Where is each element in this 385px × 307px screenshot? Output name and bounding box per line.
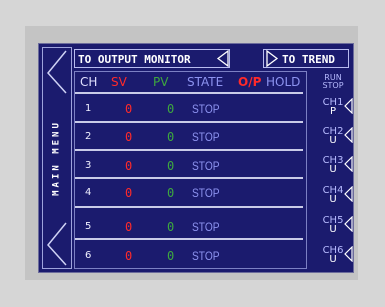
row-ch: 4 xyxy=(85,187,92,198)
ch2-arrow-icon[interactable] xyxy=(343,127,354,143)
row-sv[interactable]: 0 xyxy=(125,160,132,172)
row-ch: 3 xyxy=(85,160,92,171)
row-divider xyxy=(75,238,303,240)
row-ch: 2 xyxy=(85,131,92,142)
ch6-arrow-icon[interactable] xyxy=(343,246,354,262)
to-output-monitor-button[interactable]: TO OUTPUT MONITOR xyxy=(74,49,230,68)
row-divider xyxy=(75,149,303,151)
row-state[interactable]: STOP xyxy=(192,187,220,199)
to-output-monitor-label: TO OUTPUT MONITOR xyxy=(78,53,191,66)
row-ch: 5 xyxy=(85,221,92,232)
header-sv: SV xyxy=(111,75,127,89)
row-divider xyxy=(75,177,303,179)
row-sv[interactable]: 0 xyxy=(125,250,132,262)
header-divider xyxy=(75,92,303,94)
row-ch: 1 xyxy=(85,103,92,114)
header-op: O/P xyxy=(238,75,262,89)
output-monitor-arrow-icon xyxy=(216,50,229,67)
header-hold: HOLD xyxy=(266,75,301,89)
row-state[interactable]: STOP xyxy=(192,103,220,115)
row-ch: 6 xyxy=(85,250,92,261)
trend-arrow-icon xyxy=(266,50,279,67)
header-ch: CH xyxy=(80,75,98,89)
ch3-arrow-icon[interactable] xyxy=(343,156,354,172)
header-state: STATE xyxy=(187,75,224,89)
row-sv[interactable]: 0 xyxy=(125,131,132,143)
row-pv: 0 xyxy=(167,102,175,116)
row-pv: 0 xyxy=(167,130,175,144)
main-menu-label[interactable]: MAIN MENU xyxy=(52,120,62,196)
main-menu-up-arrow-icon[interactable] xyxy=(44,49,70,95)
row-divider xyxy=(75,206,303,208)
header-pv: PV xyxy=(153,75,169,89)
to-trend-label: TO TREND xyxy=(282,53,335,66)
row-sv[interactable]: 0 xyxy=(125,187,132,199)
row-state[interactable]: STOP xyxy=(192,250,220,262)
ch1-arrow-icon[interactable] xyxy=(343,98,354,114)
row-pv: 0 xyxy=(167,186,175,200)
row-pv: 0 xyxy=(167,220,175,234)
main-menu-down-arrow-icon[interactable] xyxy=(44,221,70,267)
row-state[interactable]: STOP xyxy=(192,131,220,143)
row-pv: 0 xyxy=(167,249,175,263)
row-divider xyxy=(75,121,303,123)
ch4-arrow-icon[interactable] xyxy=(343,186,354,202)
run-stop-label: RUN STOP xyxy=(317,74,349,90)
row-state[interactable]: STOP xyxy=(192,160,220,172)
row-state[interactable]: STOP xyxy=(192,221,220,233)
row-sv[interactable]: 0 xyxy=(125,221,132,233)
row-sv[interactable]: 0 xyxy=(125,103,132,115)
ch5-arrow-icon[interactable] xyxy=(343,216,354,232)
stop-label: STOP xyxy=(322,81,344,90)
row-pv: 0 xyxy=(167,159,175,173)
